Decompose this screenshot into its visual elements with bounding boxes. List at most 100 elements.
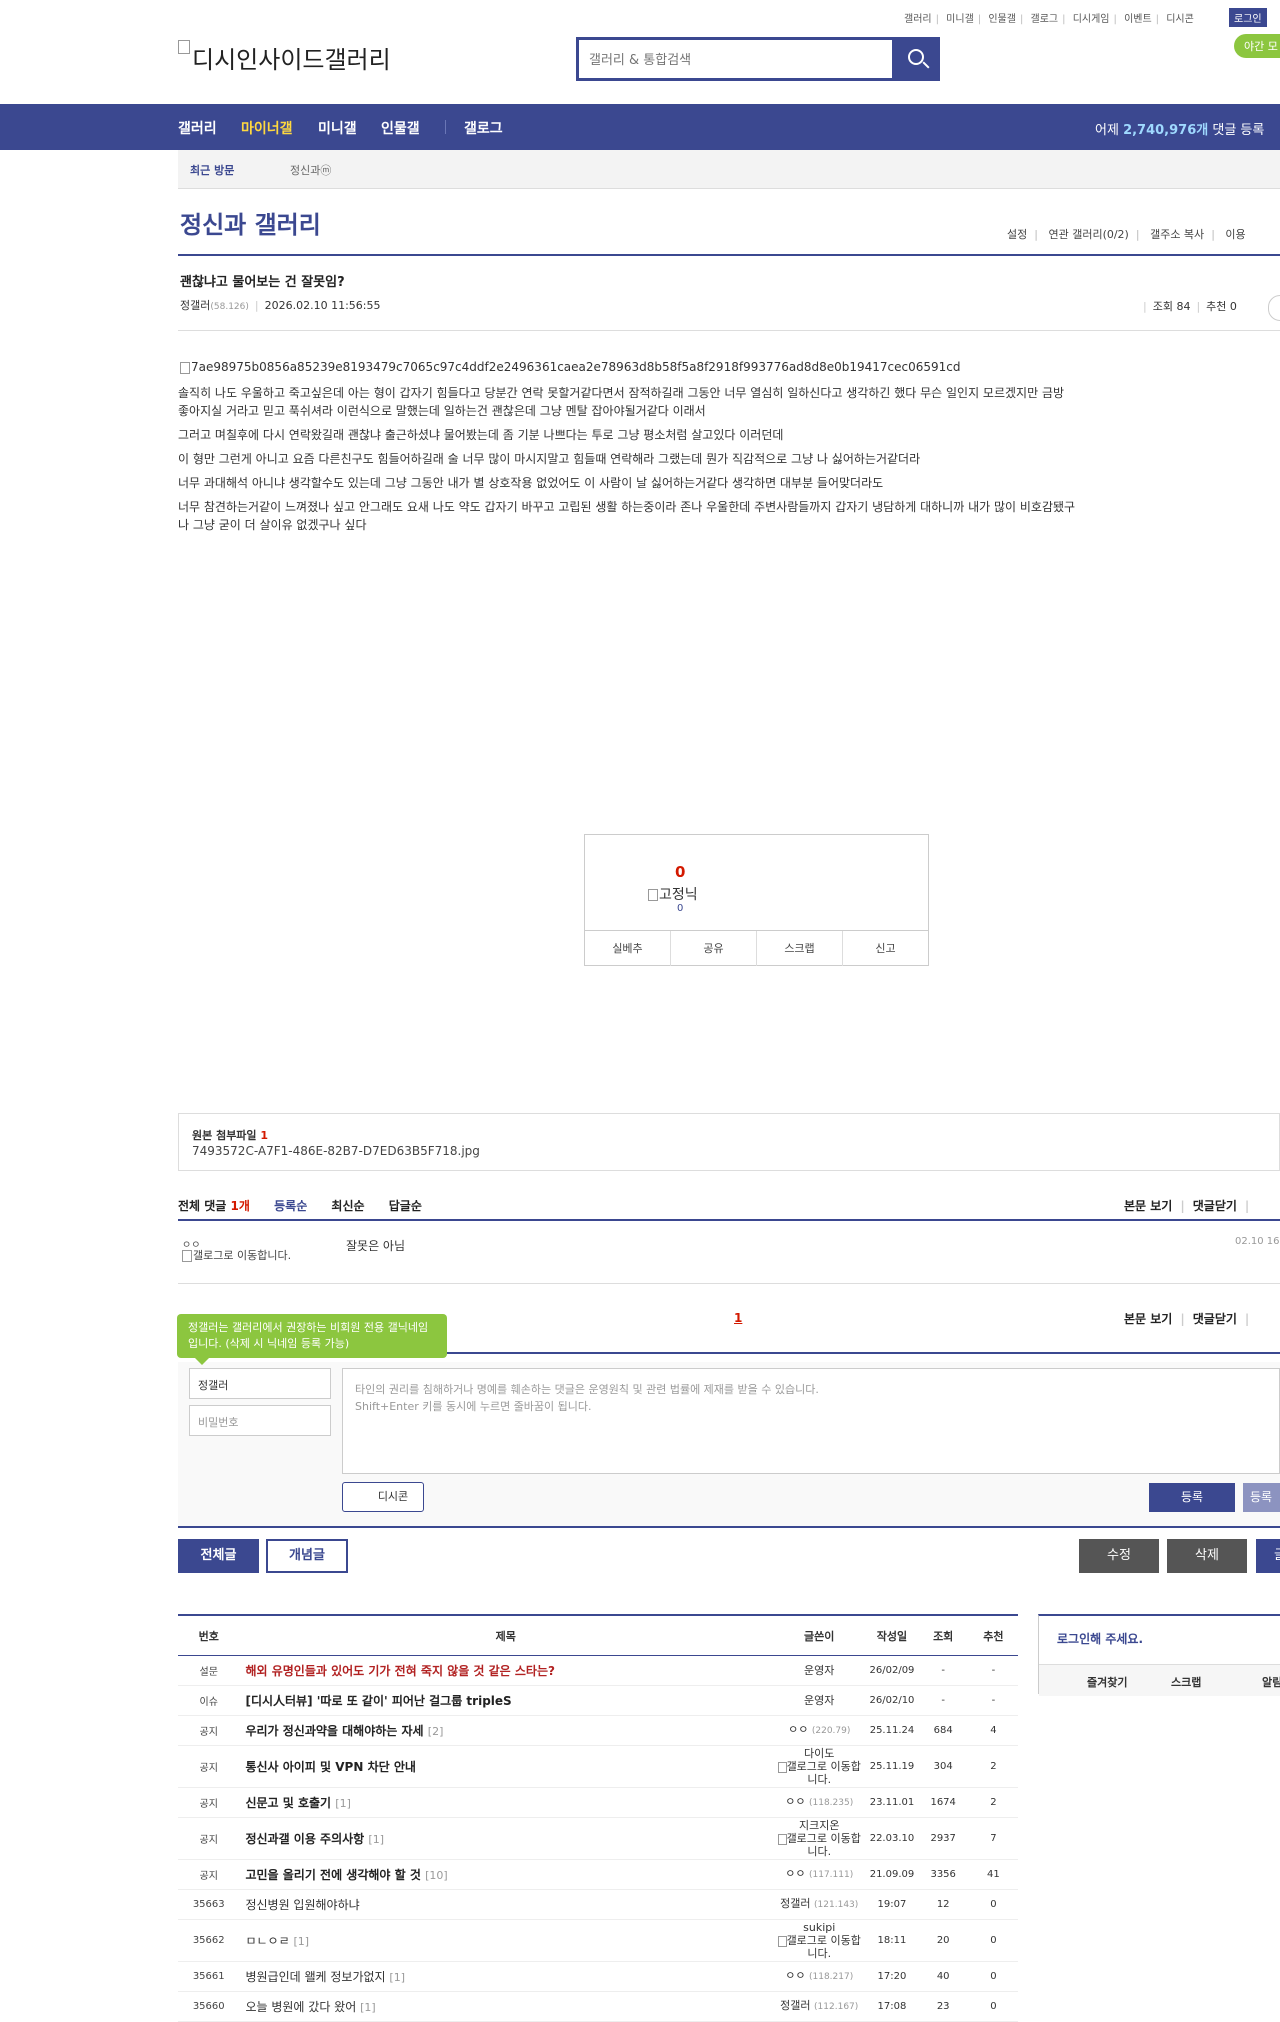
- post-row[interactable]: 공지 정신과갤 이용 주의사항 [1] 지크지온 갤로그로 이동합니다. 22.03.1…: [178, 1817, 1018, 1860]
- post-row[interactable]: 35662 ㅁㄴㅇㄹ [1] sukipi 갤로그로 이동합니다. 18:11 20 0: [178, 1919, 1018, 1962]
- post-row[interactable]: 35660 오늘 병원에 갔다 왔어 [1] 정갤러 (112.167) 17:08 2…: [178, 1991, 1018, 2022]
- view-body-link-bottom[interactable]: 본문 보기: [1124, 1312, 1172, 1326]
- post-row-title[interactable]: 정신병원 입원해야하냐: [245, 1898, 359, 1912]
- post-row-title[interactable]: 해외 유명인들과 있어도 기가 전혀 죽지 않을 것 같은 스타는?: [245, 1664, 555, 1678]
- nav-mini-gallery[interactable]: 미니갤: [318, 118, 357, 138]
- top-link-event[interactable]: 이벤트: [1124, 14, 1152, 25]
- post-row[interactable]: 공지 고민을 올리기 전에 생각해야 할 것 [10] ㅇㅇ (117.111) 21…: [178, 1859, 1018, 1890]
- search-input[interactable]: [579, 40, 891, 80]
- post-row-writer-name[interactable]: ㅇㅇ: [785, 1867, 805, 1880]
- post-row-number: 공지: [178, 1787, 240, 1818]
- post-row-writer-name[interactable]: ㅇㅇ: [788, 1723, 808, 1736]
- report-button[interactable]: 신고: [843, 931, 928, 966]
- post-row-gallog-image[interactable]: 갤로그로 이동합니다.: [777, 1934, 861, 1960]
- view-body-link[interactable]: 본문 보기: [1124, 1199, 1172, 1213]
- scrap-list-button[interactable]: 스크랩: [1171, 1674, 1201, 1690]
- dccon-button[interactable]: 디시콘: [342, 1482, 424, 1512]
- sort-register[interactable]: 등록순: [274, 1199, 307, 1213]
- post-row-reply-count[interactable]: [2]: [428, 1725, 444, 1738]
- post-row-writer-name[interactable]: 지크지온: [799, 1819, 839, 1832]
- sort-reply[interactable]: 답글순: [389, 1199, 422, 1213]
- post-row[interactable]: 35663 정신병원 입원해야하냐 정갤러 (121.143) 19:07 12 0: [178, 1889, 1018, 1920]
- copy-url-link[interactable]: 갤주소 복사: [1150, 228, 1204, 241]
- post-author[interactable]: 정갤러: [180, 299, 210, 312]
- post-row[interactable]: 설문 해외 유명인들과 있어도 기가 전혀 죽지 않을 것 같은 스타는? 운영자 2…: [178, 1655, 1018, 1686]
- favorites-button[interactable]: 즐겨찾기: [1087, 1674, 1127, 1690]
- comment-textarea[interactable]: 타인의 권리를 침해하거나 명예를 훼손하는 댓글은 운영원칙 및 관련 법률에…: [342, 1368, 1280, 1474]
- related-gallery-link[interactable]: 연관 갤러리(0/2): [1048, 228, 1128, 241]
- notification-button[interactable]: 알림: [1262, 1674, 1280, 1690]
- search-button[interactable]: [895, 37, 940, 81]
- nav-gallery[interactable]: 갤러리: [178, 118, 217, 138]
- post-row-writer-name[interactable]: 정갤러: [780, 1897, 810, 1910]
- night-mode-button[interactable]: 야간 모: [1234, 34, 1280, 58]
- gallery-title[interactable]: 정신과 갤러리: [180, 205, 321, 240]
- top-link-dccon[interactable]: 디시콘: [1166, 14, 1194, 25]
- post-row[interactable]: 공지 통신사 아이피 및 VPN 차단 안내 다이도 갤로그로 이동합니다. 25.11…: [178, 1745, 1018, 1788]
- nick-field[interactable]: 정갤러: [189, 1368, 331, 1399]
- fixed-nick-recommend[interactable]: 고정닉: [648, 884, 698, 904]
- post-row[interactable]: 공지 우리가 정신과약을 대해야하는 자세 [2] ㅇㅇ (220.79) 25.11…: [178, 1715, 1018, 1746]
- post-row-title[interactable]: 우리가 정신과약을 대해야하는 자세: [245, 1724, 423, 1738]
- top-link-person[interactable]: 인물갤: [988, 14, 1016, 25]
- edit-button[interactable]: 수정: [1079, 1539, 1159, 1573]
- share-button[interactable]: 공유: [671, 931, 757, 966]
- nav-person-gallery[interactable]: 인물갤: [381, 118, 420, 138]
- post-row-title[interactable]: 신문고 및 호출기: [245, 1796, 331, 1810]
- login-button[interactable]: 로그인: [1229, 8, 1267, 27]
- comment-submit-button[interactable]: 등록: [1149, 1483, 1235, 1512]
- more-options-button[interactable]: [1268, 295, 1280, 321]
- recent-visit-item[interactable]: 정신과ⓜ: [290, 162, 331, 178]
- post-row-reply-count[interactable]: [10]: [425, 1869, 448, 1882]
- post-row-gallog-image[interactable]: 갤로그로 이동합니다.: [777, 1832, 861, 1858]
- sort-latest[interactable]: 최신순: [331, 1199, 364, 1213]
- post-row-writer-name[interactable]: 다이도: [804, 1747, 834, 1760]
- site-logo[interactable]: 디시인사이드갤러리: [178, 40, 391, 75]
- write-post-button[interactable]: 글: [1256, 1539, 1280, 1573]
- post-row-title[interactable]: 병원급인데 왤케 정보가없지: [245, 1970, 385, 1984]
- top-link-game[interactable]: 디시게임: [1073, 14, 1110, 25]
- nav-minor-gallery[interactable]: 마이너갤: [241, 118, 293, 138]
- post-row-reply-count[interactable]: [1]: [335, 1797, 351, 1810]
- post-row-writer-name[interactable]: 정갤러: [780, 1999, 810, 2012]
- close-comments-link[interactable]: 댓글닫기: [1193, 1199, 1237, 1213]
- login-prompt[interactable]: 로그인해 주세요.: [1057, 1630, 1143, 1647]
- nav-gallog[interactable]: 갤로그: [464, 118, 503, 138]
- comment-page-number[interactable]: 1: [734, 1311, 742, 1325]
- post-row-gallog-image[interactable]: 갤로그로 이동합니다.: [777, 1760, 861, 1786]
- post-row-writer-name[interactable]: ㅇㅇ: [785, 1969, 805, 1982]
- post-row-title[interactable]: [디시人터뷰] '따로 또 같이' 피어난 걸그룹 tripleS: [245, 1694, 511, 1708]
- post-row-writer-name[interactable]: 운영자: [804, 1664, 834, 1677]
- gallery-settings-link[interactable]: 설정: [1007, 228, 1027, 241]
- attachment-file-link[interactable]: 7493572C-A7F1-486E-82B7-D7ED63B5F718.jpg: [192, 1144, 480, 1158]
- post-row[interactable]: 35661 병원급인데 왤케 정보가없지 [1] ㅇㅇ (118.217) 17:20…: [178, 1961, 1018, 1992]
- all-posts-button[interactable]: 전체글: [178, 1539, 259, 1573]
- top-link-gallery[interactable]: 갤러리: [904, 14, 932, 25]
- post-row[interactable]: 이슈 [디시人터뷰] '따로 또 같이' 피어난 걸그룹 tripleS 운영자 26…: [178, 1685, 1018, 1716]
- post-row-title[interactable]: 통신사 아이피 및 VPN 차단 안내: [245, 1760, 415, 1774]
- delete-button[interactable]: 삭제: [1167, 1539, 1247, 1573]
- post-row-writer-name[interactable]: sukipi: [803, 1921, 835, 1934]
- post-row-writer-name[interactable]: ㅇㅇ: [785, 1795, 805, 1808]
- usage-link[interactable]: 이용: [1225, 228, 1245, 241]
- concept-posts-button[interactable]: 개념글: [266, 1539, 348, 1573]
- post-row-title[interactable]: 고민을 올리기 전에 생각해야 할 것: [245, 1868, 420, 1882]
- real-best-button[interactable]: 실베추: [585, 931, 671, 966]
- post-image[interactable]: 7ae98975b0856a85239e8193479c7065c97c4ddf…: [180, 360, 961, 374]
- post-row-title[interactable]: 정신과갤 이용 주의사항: [245, 1832, 364, 1846]
- post-row-reply-count[interactable]: [1]: [293, 1935, 309, 1948]
- password-field[interactable]: 비밀번호: [189, 1405, 331, 1436]
- post-row-reply-count[interactable]: [1]: [360, 2001, 376, 2014]
- comment-submit-dccon-button[interactable]: 등록: [1243, 1483, 1280, 1512]
- scrap-button[interactable]: 스크랩: [757, 931, 843, 966]
- post-row[interactable]: 공지 신문고 및 호출기 [1] ㅇㅇ (118.235) 23.11.01 1674 2: [178, 1787, 1018, 1818]
- close-comments-link-bottom[interactable]: 댓글닫기: [1193, 1312, 1237, 1326]
- post-author-ip: (58.126): [210, 302, 249, 312]
- top-link-mini[interactable]: 미니갤: [946, 14, 974, 25]
- comment-gallog-image[interactable]: 갤로그로 이동합니다.: [182, 1250, 302, 1262]
- post-row-reply-count[interactable]: [1]: [368, 1833, 384, 1846]
- post-row-title[interactable]: ㅁㄴㅇㄹ: [245, 1934, 289, 1948]
- post-row-title[interactable]: 오늘 병원에 갔다 왔어: [245, 2000, 356, 2014]
- top-link-gallog[interactable]: 갤로그: [1031, 14, 1059, 25]
- post-row-writer-name[interactable]: 운영자: [804, 1694, 834, 1707]
